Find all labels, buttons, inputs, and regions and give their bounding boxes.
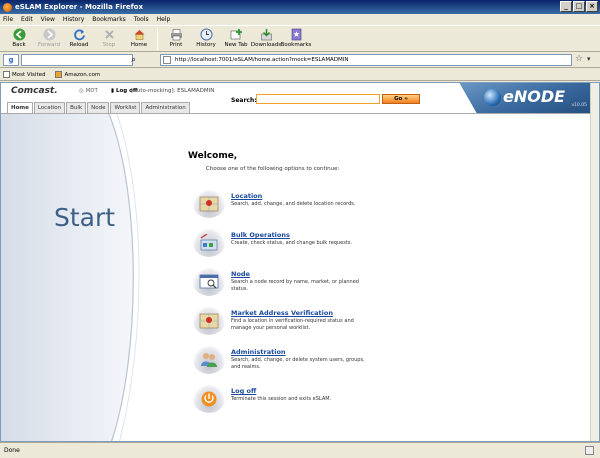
node-icon — [193, 268, 225, 296]
print-button[interactable]: Print — [161, 26, 191, 48]
bookmark-amazon[interactable]: Amazon.com — [55, 71, 100, 78]
printer-icon — [170, 28, 183, 41]
address-row: g ⌕ http://localhost:7001/eSLAM/home.act… — [0, 52, 600, 68]
stop-button[interactable]: Stop — [94, 26, 124, 48]
tab-administration[interactable]: Administration — [141, 102, 190, 113]
firefox-icon — [3, 2, 12, 12]
mdt-indicator: ◎ MDT — [79, 88, 98, 94]
search-label: Search: — [231, 97, 257, 104]
home-icon — [133, 28, 146, 41]
go-button[interactable]: Go » — [382, 94, 420, 104]
option-location[interactable]: Location Search, add, change, and delete… — [193, 190, 393, 220]
comcast-logo: Comcast. — [11, 86, 58, 96]
url-bar[interactable]: http://localhost:7001/eSLAM/home.action?… — [160, 54, 572, 66]
window-title-bar: eSLAM Explorer - Mozilla Firefox _ □ × — [0, 0, 600, 14]
menu-edit[interactable]: Edit — [21, 16, 33, 23]
tab-location[interactable]: Location — [33, 102, 66, 113]
minimize-button[interactable]: _ — [560, 1, 572, 12]
downloads-button[interactable]: Downloads — [251, 26, 281, 48]
start-panel-swoosh — [1, 114, 140, 441]
history-button[interactable]: History — [191, 26, 221, 48]
browser-content: Comcast. ◎ MDT ▮ Log off [Auto-mocking]:… — [0, 82, 600, 442]
navigation-toolbar: Back Forward Reload Stop Home Print Hist… — [0, 25, 600, 52]
users-icon — [193, 346, 225, 374]
clock-icon — [200, 28, 213, 41]
back-button[interactable]: Back — [4, 26, 34, 48]
menu-tools[interactable]: Tools — [134, 16, 149, 23]
maximize-button[interactable]: □ — [573, 1, 585, 12]
status-text: Done — [4, 447, 20, 454]
tab-home[interactable]: Home — [7, 102, 33, 113]
version-label: v10.05 — [571, 103, 587, 108]
globe-icon — [484, 89, 501, 106]
auto-mocking-label: [Auto-mocking]: ESLAMADMIN — [131, 88, 215, 94]
option-node[interactable]: Node Search a node record by name, marke… — [193, 268, 393, 298]
tab-node[interactable]: Node — [87, 102, 110, 113]
app-header: Comcast. ◎ MDT ▮ Log off [Auto-mocking]:… — [1, 83, 591, 113]
power-icon — [193, 385, 225, 413]
welcome-heading: Welcome, — [188, 151, 238, 161]
bookmark-star-icon — [290, 28, 303, 41]
bookmarks-button[interactable]: Bookmarks — [281, 26, 311, 48]
start-panel: Start — [1, 114, 141, 441]
option-market-address-verification[interactable]: Market Address Verification Find a locat… — [193, 307, 393, 337]
star-icon[interactable]: ☆ — [575, 54, 583, 64]
map-icon — [193, 190, 225, 218]
new-tab-icon — [230, 28, 243, 41]
bulk-icon — [193, 229, 225, 257]
start-heading: Start — [54, 203, 116, 232]
status-bar: Done — [0, 442, 600, 458]
google-search-icon[interactable]: g — [3, 53, 19, 66]
tab-bulk[interactable]: Bulk — [66, 102, 87, 113]
choose-instruction: Choose one of the following options to c… — [206, 166, 340, 172]
forward-arrow-icon — [43, 28, 56, 41]
reload-icon — [73, 28, 86, 41]
download-icon — [260, 28, 273, 41]
enode-banner: eNODE v10.05 — [459, 83, 591, 113]
chevron-down-icon[interactable]: ▾ — [587, 55, 591, 63]
app-tabs: Home Location Bulk Node Worklist Adminis… — [7, 102, 190, 113]
search-input[interactable] — [256, 94, 380, 104]
search-engine-field[interactable] — [21, 53, 133, 66]
menu-bar: File Edit View History Bookmarks Tools H… — [0, 14, 600, 25]
addon-icon[interactable] — [585, 446, 594, 455]
option-administration[interactable]: Administration Search, add, change, or d… — [193, 346, 393, 376]
menu-bookmarks[interactable]: Bookmarks — [92, 16, 126, 23]
forward-button[interactable]: Forward — [34, 26, 64, 48]
toolbar-separator — [157, 28, 158, 50]
menu-file[interactable]: File — [3, 16, 13, 23]
close-button[interactable]: × — [586, 1, 598, 12]
vertical-scrollbar[interactable] — [590, 83, 599, 441]
map-icon — [193, 307, 225, 335]
url-text: http://localhost:7001/eSLAM/home.action?… — [175, 57, 349, 63]
amazon-icon — [55, 71, 63, 78]
option-bulk-operations[interactable]: Bulk Operations Create, check status, an… — [193, 229, 393, 259]
back-arrow-icon — [13, 28, 26, 41]
reload-button[interactable]: Reload — [64, 26, 94, 48]
bookmarks-toolbar: Most Visited Amazon.com — [0, 69, 600, 81]
menu-view[interactable]: View — [41, 16, 55, 23]
folder-icon — [3, 71, 10, 78]
page-icon — [163, 56, 171, 64]
window-title: eSLAM Explorer - Mozilla Firefox — [15, 3, 143, 11]
option-log-off[interactable]: Log off Terminate this session and exits… — [193, 385, 393, 415]
menu-history[interactable]: History — [63, 16, 84, 23]
enode-logo: eNODE — [503, 87, 566, 106]
menu-help[interactable]: Help — [157, 16, 171, 23]
bookmark-most-visited[interactable]: Most Visited — [3, 71, 45, 78]
magnifier-icon[interactable]: ⌕ — [131, 55, 136, 65]
stop-icon — [103, 28, 116, 41]
home-button[interactable]: Home — [124, 26, 154, 48]
new-tab-button[interactable]: New Tab — [221, 26, 251, 48]
tab-worklist[interactable]: Worklist — [110, 102, 141, 113]
